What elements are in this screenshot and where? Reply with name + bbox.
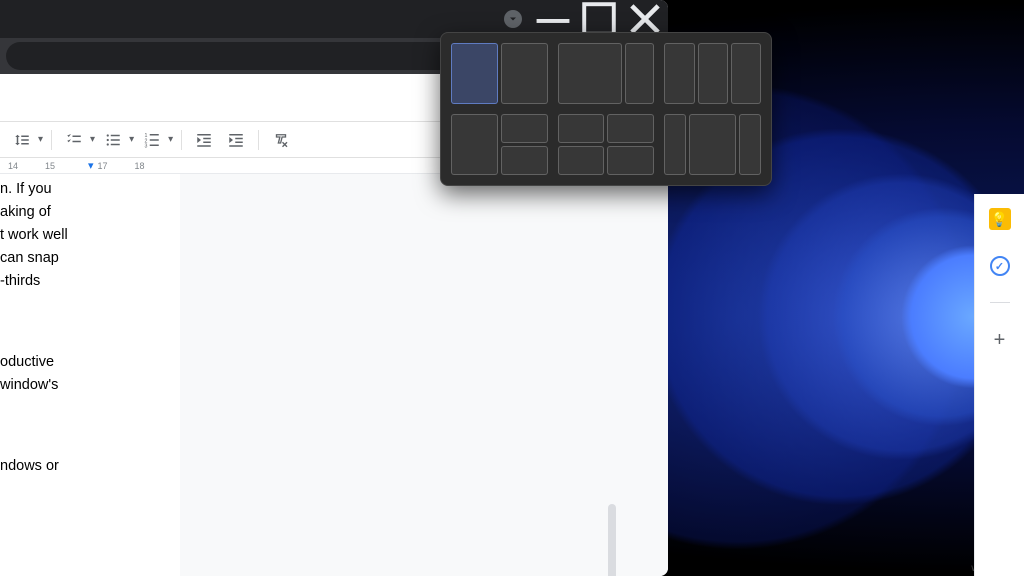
snap-zone[interactable] bbox=[558, 146, 605, 175]
separator bbox=[181, 130, 182, 150]
ruler-mark: 18 bbox=[135, 161, 168, 171]
svg-text:3: 3 bbox=[145, 143, 148, 149]
chevron-down-icon[interactable]: ▾ bbox=[90, 134, 95, 145]
body-text: -thirds bbox=[0, 270, 180, 293]
snap-zone[interactable] bbox=[625, 43, 654, 104]
ruler-mark: 17 bbox=[98, 161, 131, 171]
body-text: can snap bbox=[0, 247, 180, 270]
snap-zone[interactable] bbox=[451, 43, 498, 104]
tab-dropdown-icon[interactable] bbox=[504, 10, 522, 28]
snap-layout-quad bbox=[558, 114, 655, 175]
snap-zone[interactable] bbox=[698, 43, 728, 104]
snap-zone[interactable] bbox=[501, 43, 548, 104]
snap-layout-three-wide-center bbox=[664, 114, 761, 175]
snap-zone[interactable] bbox=[739, 114, 761, 175]
snap-layout-left-tall-right-stack bbox=[451, 114, 548, 175]
body-text: t work well bbox=[0, 224, 180, 247]
chevron-down-icon[interactable]: ▾ bbox=[129, 134, 134, 145]
separator bbox=[258, 130, 259, 150]
chevron-down-icon[interactable]: ▾ bbox=[38, 134, 43, 145]
side-panel: 💡 ✓ + bbox=[974, 194, 1024, 576]
snap-zone[interactable] bbox=[451, 114, 498, 175]
numbered-list-button[interactable]: 123 bbox=[138, 126, 166, 154]
snap-zone[interactable] bbox=[501, 114, 548, 143]
snap-zone[interactable] bbox=[607, 114, 654, 143]
document-canvas[interactable]: n. If you aking of t work well can snap … bbox=[0, 174, 668, 576]
snap-zone[interactable] bbox=[664, 43, 694, 104]
body-text: n. If you bbox=[0, 178, 180, 201]
snap-zone[interactable] bbox=[607, 146, 654, 175]
snap-zone[interactable] bbox=[558, 114, 605, 143]
body-text: ndows or bbox=[0, 455, 180, 478]
body-text: oductive bbox=[0, 351, 180, 374]
snap-zone[interactable] bbox=[664, 114, 686, 175]
document-page[interactable]: n. If you aking of t work well can snap … bbox=[0, 174, 180, 576]
snap-zone[interactable] bbox=[558, 43, 623, 104]
snap-layout-two-equal bbox=[451, 43, 548, 104]
watermark: wssin.com bbox=[971, 563, 1018, 574]
body-text: window's bbox=[0, 374, 180, 397]
keep-icon[interactable]: 💡 bbox=[989, 208, 1011, 230]
chevron-down-icon[interactable]: ▾ bbox=[168, 134, 173, 145]
checklist-button[interactable] bbox=[60, 126, 88, 154]
snap-layouts-flyout bbox=[440, 32, 772, 186]
snap-layout-two-wide-left bbox=[558, 43, 655, 104]
indent-marker-icon[interactable]: ▾ bbox=[88, 159, 94, 172]
bulleted-list-button[interactable] bbox=[99, 126, 127, 154]
snap-zone[interactable] bbox=[689, 114, 737, 175]
ruler-mark: 15 bbox=[45, 161, 78, 171]
body-text: aking of bbox=[0, 201, 180, 224]
snap-zone[interactable] bbox=[731, 43, 761, 104]
decrease-indent-button[interactable] bbox=[190, 126, 218, 154]
ruler-mark: 14 bbox=[8, 161, 41, 171]
increase-indent-button[interactable] bbox=[222, 126, 250, 154]
add-on-plus-icon[interactable]: + bbox=[994, 329, 1006, 352]
snap-layout-three-columns bbox=[664, 43, 761, 104]
tasks-icon[interactable]: ✓ bbox=[990, 256, 1010, 276]
clear-formatting-button[interactable] bbox=[267, 126, 295, 154]
snap-zone[interactable] bbox=[501, 146, 548, 175]
scrollbar-thumb[interactable] bbox=[608, 504, 616, 576]
line-spacing-button[interactable] bbox=[8, 126, 36, 154]
separator bbox=[990, 302, 1010, 303]
separator bbox=[51, 130, 52, 150]
